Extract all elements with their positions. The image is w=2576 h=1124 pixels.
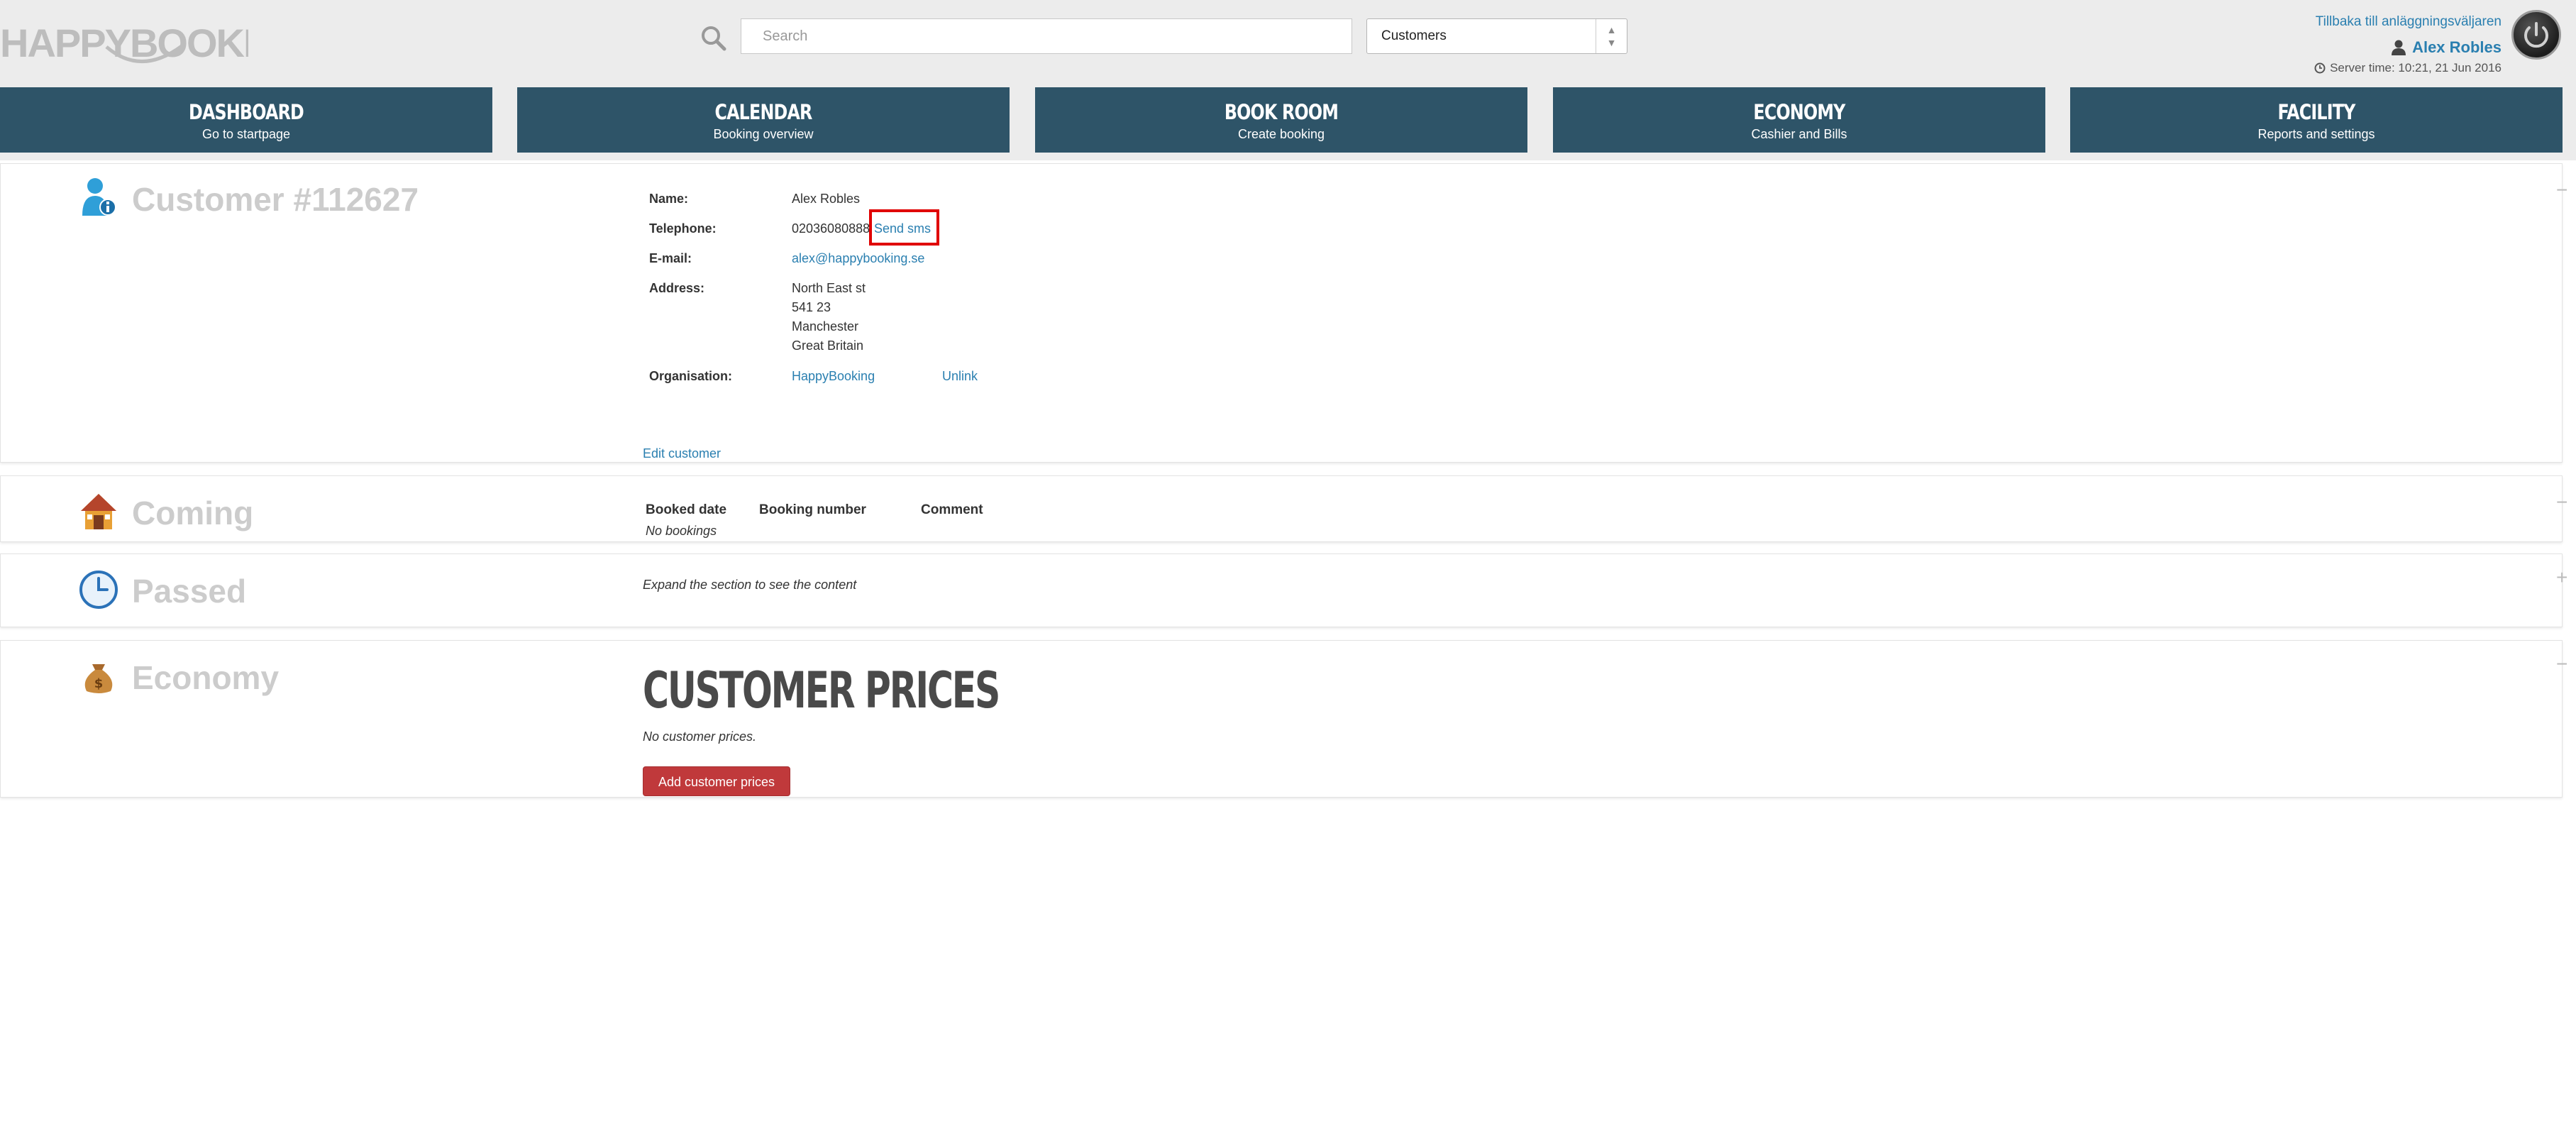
email-label: E-mail: [649,251,692,265]
top-bar: HAPPYBOOKING Customers ▲▼ Tillbaka till … [0,0,2576,160]
coming-section [0,475,2563,542]
column-header-booked-date[interactable]: Booked date [646,502,726,518]
add-customer-prices-button[interactable]: Add customer prices [643,766,790,796]
nav-facility[interactable]: FACILITY Reports and settings [2070,87,2563,153]
happybooking-logo[interactable]: HAPPYBOOKING [0,10,311,71]
user-menu[interactable]: Alex Robles [2391,38,2502,57]
no-customer-prices-text: No customer prices. [643,729,757,744]
svg-text:$: $ [94,676,104,691]
server-time: Server time: 10:21, 21 Jun 2016 [2314,61,2502,75]
address-line-2: 541 23 [792,300,831,314]
customer-title: Customer #112627 [132,181,419,218]
economy-section [0,640,2563,798]
money-bag-icon: $ [84,664,113,693]
user-name: Alex Robles [2412,38,2502,56]
nav-economy[interactable]: ECONOMY Cashier and Bills [1553,87,2045,153]
nav-dashboard[interactable]: DASHBOARD Go to startpage [0,87,492,153]
no-bookings-text: No bookings [646,524,717,538]
back-to-facility-selector-link[interactable]: Tillbaka till anläggningsväljaren [2316,14,2502,30]
edit-customer-link[interactable]: Edit customer [643,446,721,461]
clock-icon [79,571,118,609]
select-value: Customers [1381,28,1447,43]
coming-title: Coming [132,495,254,531]
passed-section [0,553,2563,627]
economy-title: Economy [132,659,280,696]
customer-email-link[interactable]: alex@happybooking.se [792,251,924,266]
address-line-1: North East st [792,281,866,295]
nav-title: CALENDAR [714,100,812,124]
power-logout-button[interactable] [2511,10,2561,60]
customer-collapse-toggle[interactable]: − [2556,179,2567,202]
search-icon[interactable] [700,24,728,53]
logo-graphic: HAPPYBOOKING [0,21,311,65]
address-label: Address: [649,281,705,295]
name-label: Name: [649,192,689,206]
clock-icon [2314,62,2326,74]
address-line-4: Great Britain [792,338,864,353]
nav-title: BOOK ROOM [1224,100,1339,124]
address-line-3: Manchester [792,319,859,334]
nav-subtitle: Booking overview [713,127,814,141]
customer-info-icon [82,178,116,216]
telephone-label: Telephone: [649,221,717,236]
nav-subtitle: Create booking [1237,127,1325,141]
select-arrows-icon: ▲ ▼ [1596,19,1627,53]
coming-collapse-toggle[interactable]: − [2556,491,2567,514]
nav-subtitle: Go to startpage [201,127,291,141]
nav-book-room[interactable]: BOOK ROOM Create booking [1035,87,1527,153]
search-scope-select[interactable]: Customers ▲ ▼ [1366,18,1627,54]
nav-title: ECONOMY [1753,100,1845,124]
nav-title: FACILITY [2277,100,2355,124]
column-header-booking-number[interactable]: Booking number [759,502,866,518]
user-icon [2392,40,2406,55]
column-header-comment[interactable]: Comment [921,502,983,518]
search-input[interactable] [741,18,1352,54]
nav-subtitle: Reports and settings [2257,127,2375,141]
economy-collapse-toggle[interactable]: − [2556,653,2567,676]
passed-title: Passed [132,573,247,610]
unlink-link[interactable]: Unlink [942,369,978,384]
expand-hint-text: Expand the section to see the content [643,578,857,592]
house-icon [81,494,116,529]
organisation-link[interactable]: HappyBooking [792,369,875,384]
nav-title: DASHBOARD [189,100,304,124]
organisation-label: Organisation: [649,369,733,383]
customer-telephone: 02036080888 [792,221,870,236]
customer-prices-heading: CUSTOMER PRICES [643,661,1000,720]
passed-expand-toggle[interactable]: + [2556,566,2567,589]
send-sms-highlight [869,209,939,246]
nav-calendar[interactable]: CALENDAR Booking overview [517,87,1010,153]
power-icon [2524,22,2548,48]
server-time-text: Server time: 10:21, 21 Jun 2016 [2330,61,2502,75]
nav-subtitle: Cashier and Bills [1751,127,1847,141]
customer-name: Alex Robles [792,192,861,206]
